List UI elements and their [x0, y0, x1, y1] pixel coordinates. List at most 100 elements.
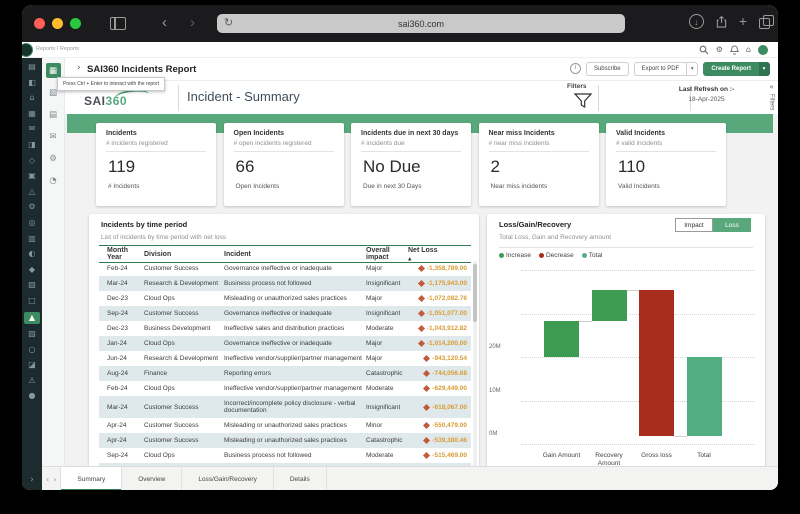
table-row[interactable]: Aug-24 Finance Reporting errors Catastro…: [99, 366, 471, 381]
waterfall-bar-recovery-amount[interactable]: [592, 290, 627, 321]
column-month-year[interactable]: Month Year: [107, 247, 144, 261]
column-overall-impact[interactable]: Overall impact: [366, 247, 408, 261]
prev-page-icon[interactable]: ‹: [42, 475, 53, 484]
rail-item-2[interactable]: ▤: [46, 107, 61, 122]
sidebar-item-11[interactable]: ▥: [24, 234, 40, 244]
sidebar-item-16-active[interactable]: ▲: [24, 312, 40, 324]
legend-item-increase[interactable]: Increase: [499, 252, 531, 259]
sidebar-item-1[interactable]: ◧: [24, 78, 40, 88]
table-scrollbar[interactable]: [473, 261, 477, 466]
filters-pane-collapsed[interactable]: « Filters: [765, 83, 778, 115]
sidebar-item-2[interactable]: ⌂: [24, 93, 40, 103]
rail-item-3[interactable]: ✉: [46, 129, 61, 144]
sidebar-item-14[interactable]: ▧: [24, 280, 40, 290]
table-row[interactable]: Dec-23 Cloud Ops Misleading or unauthori…: [99, 291, 471, 306]
toggle-impact-button[interactable]: Impact: [675, 218, 713, 232]
notifications-bell-icon[interactable]: [730, 45, 739, 55]
sidebar-item-21[interactable]: ●: [24, 391, 40, 401]
forward-icon[interactable]: ›: [190, 14, 195, 32]
legend-item-total[interactable]: Total: [582, 252, 603, 259]
reload-icon[interactable]: ↻: [224, 16, 233, 29]
rail-item-5[interactable]: ◔: [46, 173, 61, 188]
sidebar-item-8[interactable]: △: [24, 187, 40, 197]
info-icon[interactable]: i: [570, 63, 581, 74]
address-bar[interactable]: ↻ sai360.com: [217, 14, 625, 33]
toggle-loss-button[interactable]: Loss: [713, 218, 751, 232]
table-row[interactable]: Jun-24 Research & Development Ineffectiv…: [99, 351, 471, 366]
table-row[interactable]: Sep-24 Cloud Ops Business process not fo…: [99, 448, 471, 463]
zoom-window-button[interactable]: [70, 18, 81, 29]
create-report-dropdown-icon[interactable]: ▾: [759, 62, 770, 76]
next-page-icon[interactable]: ›: [53, 475, 60, 484]
sidebar-item-4[interactable]: ✉: [24, 124, 40, 134]
sidebar-item-0[interactable]: ▤: [24, 62, 40, 72]
kpi-card[interactable]: Open Incidents # open incidents register…: [224, 123, 344, 206]
table-row[interactable]: Mar-24 Customer Success Incorrect/incomp…: [99, 396, 471, 418]
kpi-card[interactable]: Valid Incidents # valid incidents 110 Va…: [606, 123, 726, 206]
waterfall-bar-gain-amount[interactable]: [544, 321, 579, 357]
cell-month-year: Aug-24: [107, 370, 144, 377]
expand-filters-icon[interactable]: «: [765, 83, 778, 91]
waterfall-bar-gross-loss[interactable]: [639, 290, 674, 436]
sidebar-item-20[interactable]: ⚠: [24, 376, 40, 386]
table-row[interactable]: Mar-24 Research & Development Business p…: [99, 276, 471, 291]
sai360-app-logo[interactable]: [22, 43, 33, 57]
sidebar-expand-icon[interactable]: ›: [22, 475, 42, 485]
search-icon[interactable]: [699, 45, 709, 55]
tab-overview-icon[interactable]: [759, 18, 770, 29]
sidebar-item-19[interactable]: ◪: [24, 360, 40, 370]
kpi-card[interactable]: Incidents # incidents registered 119 # I…: [96, 123, 216, 206]
column-net-loss[interactable]: Net Loss▲: [408, 247, 471, 262]
filter-funnel-icon[interactable]: [573, 92, 593, 109]
sidebar-item-15[interactable]: □: [24, 296, 40, 306]
home-icon[interactable]: ⌂: [746, 44, 751, 55]
rail-item-4[interactable]: ⚙: [46, 151, 61, 166]
table-row[interactable]: Feb-24 Cloud Ops Ineffective vendor/supp…: [99, 381, 471, 396]
sidebar-item-9[interactable]: ⚙: [24, 202, 40, 212]
table-row[interactable]: Apr-24 Customer Success Misleading or un…: [99, 433, 471, 448]
subscribe-button[interactable]: Subscribe: [586, 62, 629, 76]
sidebar-item-18[interactable]: ○: [24, 345, 40, 355]
settings-gear-icon[interactable]: ⚙: [716, 44, 723, 55]
table-row[interactable]: Feb-24 Customer Success Governance ineff…: [99, 261, 471, 276]
sidebar-item-6[interactable]: ◇: [24, 156, 40, 166]
table-row[interactable]: Apr-24 Customer Success Misleading or un…: [99, 418, 471, 433]
user-avatar[interactable]: [758, 45, 768, 55]
column-division[interactable]: Division: [144, 251, 224, 258]
table-row[interactable]: Sep-24 Customer Success Governance ineff…: [99, 306, 471, 321]
share-icon[interactable]: [716, 15, 727, 29]
downloads-icon[interactable]: ↓: [689, 14, 704, 29]
kpi-card[interactable]: Near miss Incidents # near miss incident…: [479, 123, 599, 206]
tab-overview[interactable]: Overview: [122, 467, 182, 490]
sidebar-item-3[interactable]: ▦: [24, 109, 40, 119]
column-incident[interactable]: Incident: [224, 251, 366, 258]
tab-summary[interactable]: Summary: [60, 467, 122, 490]
table-row[interactable]: Dec-23 Business Development Ineffective …: [99, 321, 471, 336]
sidebar-item-10[interactable]: ◎: [24, 218, 40, 228]
cell-overall-impact: Insignificant: [366, 404, 408, 411]
tab-loss-gain-recovery[interactable]: Loss/Gain/Recovery: [182, 467, 274, 490]
close-window-button[interactable]: [34, 18, 45, 29]
table-row[interactable]: Jan-24 Cloud Ops Governance ineffective …: [99, 336, 471, 351]
export-pdf-button[interactable]: Export to PDF: [634, 62, 688, 76]
sidebar-item-5[interactable]: ◨: [24, 140, 40, 150]
new-tab-icon[interactable]: +: [739, 15, 747, 28]
sidebar-toggle-icon[interactable]: [110, 17, 126, 30]
report-breadcrumb-chevron-icon[interactable]: ›: [77, 63, 81, 73]
sidebar-item-7[interactable]: ▣: [24, 171, 40, 181]
rail-item-0-active[interactable]: ▦: [46, 63, 61, 78]
sidebar-item-13[interactable]: ◆: [24, 265, 40, 275]
sidebar-item-17[interactable]: ▨: [24, 329, 40, 339]
minimize-window-button[interactable]: [52, 18, 63, 29]
legend-item-decrease[interactable]: Decrease: [539, 252, 574, 259]
export-dropdown-icon[interactable]: ▾: [687, 62, 698, 76]
back-icon[interactable]: ‹: [162, 14, 167, 32]
breadcrumb[interactable]: Reports / Reports: [36, 46, 79, 52]
scrollbar-thumb[interactable]: [473, 264, 477, 322]
tab-details[interactable]: Details: [274, 467, 327, 490]
table-title: Incidents by time period: [101, 220, 187, 229]
sidebar-item-12[interactable]: ◐: [24, 249, 40, 259]
kpi-card[interactable]: Incidents due in next 30 days # incident…: [351, 123, 471, 206]
create-report-button[interactable]: Create Report: [703, 62, 759, 76]
waterfall-bar-total[interactable]: [687, 357, 722, 436]
